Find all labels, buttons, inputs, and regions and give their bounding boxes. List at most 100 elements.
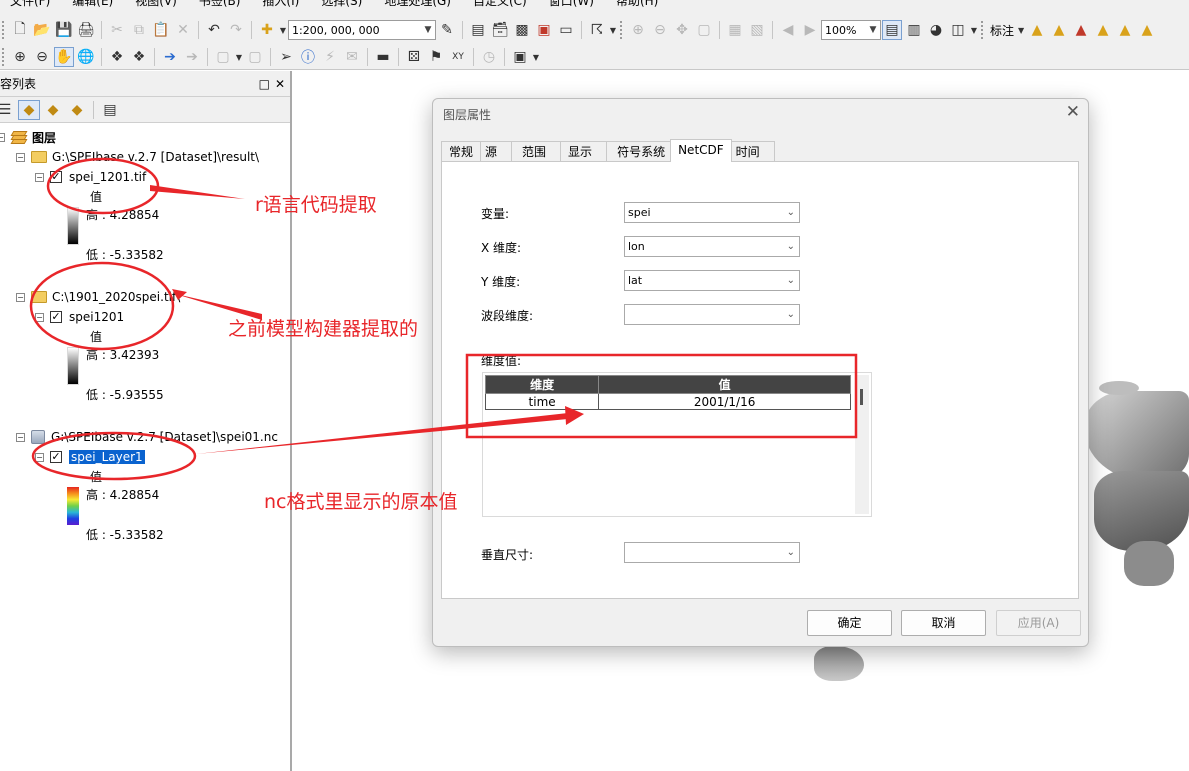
collapse-icon[interactable]: − bbox=[16, 432, 25, 442]
layer-node[interactable]: − ✓ spei_Layer1 bbox=[35, 448, 145, 466]
select-elements-icon[interactable]: ➢ bbox=[276, 47, 296, 67]
chevron-down-icon[interactable]: ▼ bbox=[866, 25, 880, 35]
editor-icon[interactable]: ✎ bbox=[437, 20, 457, 40]
toc-window-icon[interactable]: ▤ bbox=[468, 20, 488, 40]
chevron-down-icon[interactable]: ⌄ bbox=[787, 271, 795, 290]
label-manager-icon[interactable]: ▲ bbox=[1027, 20, 1047, 40]
list-by-drawing-order-icon[interactable]: ☰ bbox=[0, 100, 16, 120]
tab-netcdf[interactable]: NetCDF bbox=[670, 139, 732, 162]
list-by-source-icon[interactable]: ◆ bbox=[18, 99, 40, 120]
collapse-icon[interactable]: − bbox=[35, 312, 44, 322]
print-icon[interactable]: 🖨 bbox=[76, 20, 96, 40]
vertical-dimension-select[interactable]: ⌄ bbox=[624, 542, 800, 563]
menu-customize[interactable]: 自定义(C) bbox=[473, 0, 527, 10]
chevron-down-icon[interactable]: ▼ bbox=[421, 25, 435, 35]
delete-icon[interactable]: ✕ bbox=[173, 20, 193, 40]
pause-labeling-icon[interactable]: ▲ bbox=[1093, 20, 1113, 40]
view-unplaced-labels-icon[interactable]: ▲ bbox=[1071, 20, 1091, 40]
label-menu[interactable]: 标注 bbox=[988, 22, 1016, 39]
save-icon[interactable]: 💾 bbox=[54, 20, 74, 40]
label-weight-icon[interactable]: ▲ bbox=[1137, 20, 1157, 40]
y-dimension-select[interactable]: lat ⌄ bbox=[624, 270, 800, 291]
close-icon[interactable]: ✕ bbox=[1066, 102, 1080, 122]
layer-node[interactable]: − ✓ spei_1201.tif bbox=[35, 168, 146, 186]
table-row[interactable]: time 2001/1/16 bbox=[484, 393, 851, 410]
layout-zoom-out-icon[interactable]: ⊖ bbox=[650, 20, 670, 40]
list-by-selection-icon[interactable]: ◆ bbox=[66, 100, 88, 120]
layout-zoom-in-icon[interactable]: ⊕ bbox=[628, 20, 648, 40]
menu-view[interactable]: 视图(V) bbox=[135, 0, 177, 10]
data-driven-pages-icon[interactable]: ◫ bbox=[948, 20, 968, 40]
close-icon[interactable]: ✕ bbox=[275, 71, 285, 97]
next-extent-icon[interactable]: ▶ bbox=[800, 20, 820, 40]
chevron-down-icon[interactable]: ⌄ bbox=[787, 543, 795, 562]
menu-windows[interactable]: 窗口(W) bbox=[549, 0, 594, 10]
variable-select[interactable]: spei ⌄ bbox=[624, 202, 800, 223]
zoom-in-icon[interactable]: ⊕ bbox=[10, 47, 30, 67]
layer-visibility-checkbox[interactable]: ✓ bbox=[50, 171, 62, 183]
layer-visibility-checkbox[interactable]: ✓ bbox=[50, 311, 62, 323]
layer-visibility-checkbox[interactable]: ✓ bbox=[50, 451, 62, 463]
source-node[interactable]: − C:\1901_2020spei.tif\ bbox=[16, 288, 180, 306]
tab-display[interactable]: 显示 bbox=[560, 141, 608, 162]
arctoolbox-icon[interactable]: ▣ bbox=[534, 20, 554, 40]
auto-hide-icon[interactable]: □ bbox=[259, 71, 270, 97]
clear-selection-icon[interactable]: ▢ bbox=[245, 47, 265, 67]
apply-button[interactable]: 应用(A) bbox=[996, 610, 1081, 636]
tab-general[interactable]: 常规 bbox=[441, 141, 482, 162]
fixed-zoom-out-icon[interactable]: ❖ bbox=[129, 47, 149, 67]
python-window-icon[interactable]: ▭ bbox=[556, 20, 576, 40]
go-to-xy-icon[interactable]: XY bbox=[448, 47, 468, 67]
pan-icon[interactable]: ✋ bbox=[54, 47, 74, 67]
find-icon[interactable]: ⚄ bbox=[404, 47, 424, 67]
go-forward-icon[interactable]: ➔ bbox=[182, 47, 202, 67]
x-dimension-select[interactable]: lon ⌄ bbox=[624, 236, 800, 257]
band-dimension-select[interactable]: ⌄ bbox=[624, 304, 800, 325]
label-priority-icon[interactable]: ▲ bbox=[1115, 20, 1135, 40]
menu-selection[interactable]: 选择(S) bbox=[321, 0, 362, 10]
list-by-visibility-icon[interactable]: ◆ bbox=[42, 100, 64, 120]
identify-icon[interactable]: ⓘ bbox=[298, 47, 318, 67]
focus-data-frame-icon[interactable]: ▥ bbox=[904, 20, 924, 40]
lock-labels-icon[interactable]: ▲ bbox=[1049, 20, 1069, 40]
copy-icon[interactable]: ⧉ bbox=[129, 20, 149, 40]
layer-name[interactable]: spei_1201.tif bbox=[69, 170, 146, 184]
menu-help[interactable]: 帮助(H) bbox=[616, 0, 658, 10]
menu-insert[interactable]: 插入(I) bbox=[262, 0, 299, 10]
catalog-icon[interactable]: 🗃 bbox=[490, 20, 510, 40]
new-document-icon[interactable]: 🗋 bbox=[10, 20, 30, 40]
paste-icon[interactable]: 📋 bbox=[151, 20, 171, 40]
layer-name[interactable]: spei1201 bbox=[69, 310, 124, 324]
toolbar-grip[interactable] bbox=[981, 21, 984, 39]
toolbar-grip[interactable] bbox=[620, 21, 623, 39]
redo-icon[interactable]: ↷ bbox=[226, 20, 246, 40]
menu-geoprocessing[interactable]: 地理处理(G) bbox=[384, 0, 451, 10]
collapse-icon[interactable]: − bbox=[35, 452, 44, 462]
full-extent-icon[interactable]: 🌐 bbox=[76, 47, 96, 67]
collapse-icon[interactable]: − bbox=[16, 152, 25, 162]
select-features-icon[interactable]: ▢ bbox=[213, 47, 233, 67]
dropdown-arrow-icon[interactable]: ▼ bbox=[279, 20, 287, 40]
go-back-icon[interactable]: ➔ bbox=[160, 47, 180, 67]
add-data-icon[interactable]: ✚ bbox=[257, 20, 277, 40]
zoom-whole-page-icon[interactable]: ▢ bbox=[694, 20, 714, 40]
dropdown-arrow-icon[interactable]: ▼ bbox=[235, 47, 243, 67]
scrollbar-thumb[interactable] bbox=[860, 389, 863, 405]
chevron-down-icon[interactable]: ⌄ bbox=[787, 237, 795, 256]
modelbuilder-icon[interactable]: ☈ bbox=[587, 20, 607, 40]
chevron-down-icon[interactable]: ⌄ bbox=[787, 305, 795, 324]
create-viewer-window-icon[interactable]: ▣ bbox=[510, 47, 530, 67]
fixed-zoom-icon[interactable]: ▧ bbox=[747, 20, 767, 40]
options-icon[interactable]: ▤ bbox=[99, 100, 121, 120]
tab-extent[interactable]: 范围 bbox=[511, 141, 562, 162]
cut-icon[interactable]: ✂ bbox=[107, 20, 127, 40]
time-slider-icon[interactable]: ◷ bbox=[479, 47, 499, 67]
html-popup-icon[interactable]: ✉ bbox=[342, 47, 362, 67]
ok-button[interactable]: 确定 bbox=[807, 610, 892, 636]
toggle-draft-mode-icon[interactable]: ▤ bbox=[882, 20, 902, 40]
toolbar-grip[interactable] bbox=[2, 21, 5, 39]
zoom-combo[interactable]: 100% ▼ bbox=[821, 20, 881, 40]
menu-edit[interactable]: 编辑(E) bbox=[72, 0, 113, 10]
chevron-down-icon[interactable]: ⌄ bbox=[787, 203, 795, 222]
layer-name[interactable]: spei_Layer1 bbox=[69, 450, 145, 464]
